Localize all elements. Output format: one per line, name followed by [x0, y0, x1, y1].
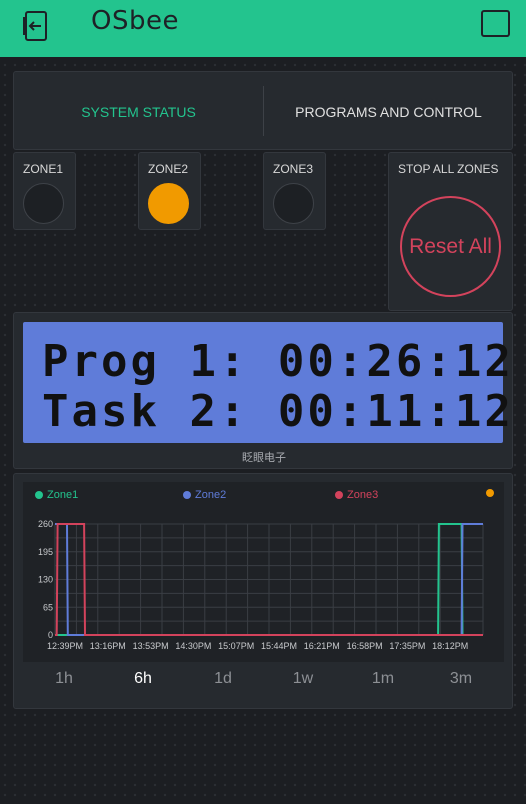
time-range-selector: 1h 6h 1d 1w 1m 3m — [14, 670, 514, 700]
zone3-label: ZONE3 — [273, 162, 314, 176]
x-tick-label: 15:44PM — [261, 641, 297, 651]
zone1-widget: ZONE1 — [13, 152, 76, 230]
zone2-led — [148, 183, 189, 224]
lcd-line-2: Task 2: 00:11:12 — [42, 386, 514, 437]
stop-all-label: STOP ALL ZONES — [398, 162, 499, 176]
stop-all-widget: STOP ALL ZONES Reset All — [388, 152, 513, 311]
y-tick-label: 260 — [38, 519, 53, 529]
zone3-widget: ZONE3 — [263, 152, 326, 230]
lcd-caption: 眨眼电子 — [242, 452, 286, 464]
tab-system-status[interactable]: SYSTEM STATUS — [14, 72, 263, 151]
range-1m[interactable]: 1m — [358, 670, 408, 688]
lcd-display: Prog 1: 00:26:12 Task 2: 00:11:12 — [23, 322, 511, 443]
x-tick-label: 15:07PM — [218, 641, 254, 651]
range-6h[interactable]: 6h — [118, 670, 168, 688]
range-1h[interactable]: 1h — [39, 670, 89, 688]
x-tick-label: 14:30PM — [175, 641, 211, 651]
x-tick-label: 16:58PM — [347, 641, 383, 651]
x-tick-label: 17:35PM — [389, 641, 425, 651]
range-3m[interactable]: 3m — [436, 670, 486, 688]
zone2-widget: ZONE2 — [138, 152, 201, 230]
line-chart: 0 65 130 195 260 12:39PM 13:16PM 13:53PM 14:30PM… — [38, 519, 484, 651]
y-tick-label: 0 — [48, 630, 53, 640]
app-title: OSbee — [91, 6, 179, 36]
y-tick-label: 130 — [38, 575, 53, 585]
chart-widget: Zone1 Zone2 Zone3 0 65 130 195 260 12:39PM 13:… — [13, 473, 513, 709]
range-1w[interactable]: 1w — [278, 670, 328, 688]
reset-all-button[interactable]: Reset All — [400, 196, 501, 297]
y-tick-label: 195 — [38, 547, 53, 557]
zone1-label: ZONE1 — [23, 162, 64, 176]
lcd-widget: Prog 1: 00:26:12 Task 2: 00:11:12 眨眼电子 — [13, 312, 513, 469]
tab-bar: SYSTEM STATUS PROGRAMS AND CONTROL — [13, 71, 513, 150]
exit-icon[interactable] — [19, 9, 53, 43]
x-tick-label: 12:39PM — [47, 641, 83, 651]
menu-square-icon[interactable] — [481, 10, 510, 37]
lcd-line-1: Prog 1: 00:26:12 — [42, 336, 514, 387]
y-tick-label: 65 — [43, 602, 53, 612]
zone3-led — [273, 183, 314, 224]
x-tick-label: 13:53PM — [133, 641, 169, 651]
tab-programs-and-control[interactable]: PROGRAMS AND CONTROL — [264, 72, 513, 151]
app-header: OSbee — [0, 0, 526, 57]
x-tick-label: 18:12PM — [432, 641, 468, 651]
chart-area: Zone1 Zone2 Zone3 0 65 130 195 260 12:39PM 13:… — [23, 482, 504, 662]
x-tick-label: 13:16PM — [90, 641, 126, 651]
zone2-label: ZONE2 — [148, 162, 189, 176]
range-1d[interactable]: 1d — [198, 670, 248, 688]
x-tick-label: 16:21PM — [304, 641, 340, 651]
zone1-led — [23, 183, 64, 224]
